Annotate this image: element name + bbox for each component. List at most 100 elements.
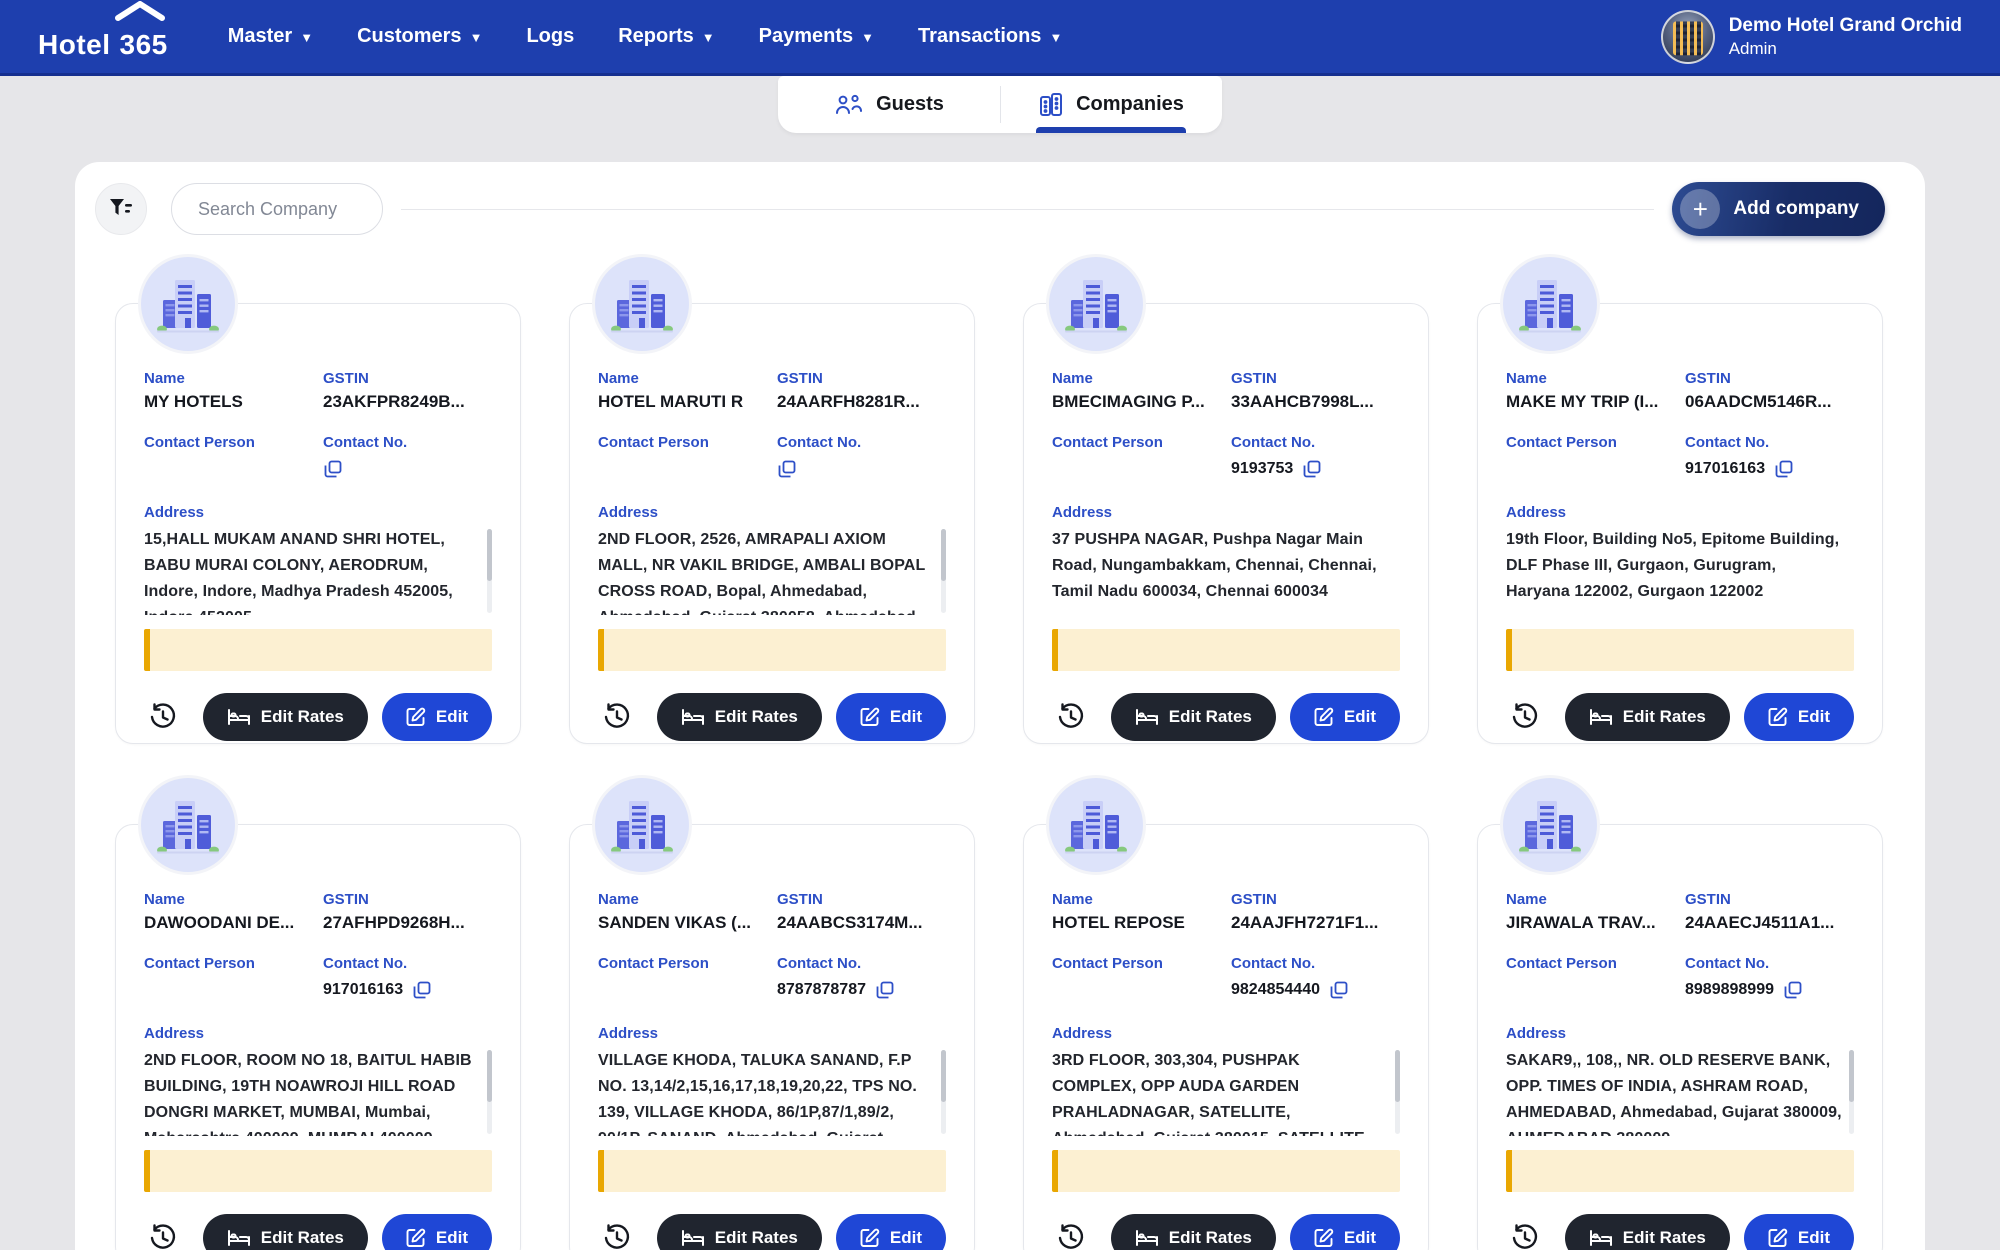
notes-highlight [598, 1150, 946, 1192]
edit-button[interactable]: Edit [1290, 1214, 1400, 1250]
address-box[interactable]: 3RD FLOOR, 303,304, PUSHPAK COMPLEX, OPP… [1052, 1048, 1400, 1136]
copy-icon[interactable] [412, 980, 432, 1000]
edit-pencil-icon [406, 1228, 426, 1248]
edit-rates-label: Edit Rates [261, 707, 344, 727]
companies-panel: + Add company Name MY HOTELS [75, 162, 1925, 1250]
edit-rates-button[interactable]: Edit Rates [1111, 693, 1276, 741]
plus-icon: + [1680, 189, 1720, 229]
copy-icon[interactable] [777, 459, 797, 479]
copy-icon[interactable] [1302, 459, 1322, 479]
address-box[interactable]: SAKAR9,, 108,, NR. OLD RESERVE BANK, OPP… [1506, 1048, 1854, 1136]
company-card: Name HOTEL MARUTI R GSTIN 24AARFH8281R..… [569, 303, 975, 744]
company-avatar [1046, 775, 1146, 875]
company-address: 3RD FLOOR, 303,304, PUSHPAK COMPLEX, OPP… [1052, 1048, 1388, 1136]
company-address: 2ND FLOOR, 2526, AMRAPALI AXIOM MALL, NR… [598, 527, 934, 615]
address-box[interactable]: 15,HALL MUKAM ANAND SHRI HOTEL, BABU MUR… [144, 527, 492, 615]
history-button[interactable] [1054, 1221, 1088, 1250]
address-box[interactable]: 2ND FLOOR, ROOM NO 18, BAITUL HABIB BUIL… [144, 1048, 492, 1136]
address-box[interactable]: 19th Floor, Building No5, Epitome Buildi… [1506, 527, 1854, 615]
edit-button[interactable]: Edit [836, 693, 946, 741]
company-gstin: 24AABCS3174M... [777, 913, 946, 933]
tab-guests[interactable]: Guests [778, 76, 1000, 133]
nav-item-reports[interactable]: Reports ▼ [618, 25, 714, 48]
contact-no-value: 8989898999 [1685, 981, 1774, 999]
contact-no-label: Contact No. [323, 434, 492, 451]
edit-rates-button[interactable]: Edit Rates [1111, 1214, 1276, 1250]
edit-button[interactable]: Edit [1290, 693, 1400, 741]
contact-no-label: Contact No. [1685, 955, 1854, 972]
history-button[interactable] [146, 1221, 180, 1250]
edit-rates-button[interactable]: Edit Rates [1565, 1214, 1730, 1250]
nav-item-customers[interactable]: Customers ▼ [357, 25, 482, 48]
history-button[interactable] [1508, 1221, 1542, 1250]
address-label: Address [1506, 1025, 1854, 1042]
name-label: Name [1052, 891, 1221, 908]
filter-button[interactable] [95, 183, 147, 235]
edit-rates-label: Edit Rates [715, 707, 798, 727]
copy-icon[interactable] [1329, 980, 1349, 1000]
history-button[interactable] [600, 700, 634, 734]
search-input[interactable] [171, 183, 383, 235]
nav-item-label: Transactions [918, 25, 1041, 48]
copy-icon[interactable] [875, 980, 895, 1000]
name-label: Name [598, 370, 767, 387]
address-box[interactable]: 2ND FLOOR, 2526, AMRAPALI AXIOM MALL, NR… [598, 527, 946, 615]
edit-button[interactable]: Edit [1744, 693, 1854, 741]
contact-no-value: 917016163 [323, 981, 403, 999]
history-icon [602, 702, 632, 732]
address-scrollbar[interactable] [941, 1050, 946, 1134]
edit-pencil-icon [1768, 1228, 1788, 1248]
buildings-illustration [1063, 274, 1129, 334]
bed-icon [1589, 1228, 1613, 1248]
edit-rates-button[interactable]: Edit Rates [657, 1214, 822, 1250]
nav-item-master[interactable]: Master ▼ [228, 25, 313, 48]
company-address: 2ND FLOOR, ROOM NO 18, BAITUL HABIB BUIL… [144, 1048, 480, 1136]
logo-text-hotel: Hotel [38, 29, 111, 61]
address-scrollbar[interactable] [1849, 1050, 1854, 1134]
profile-avatar [1661, 10, 1715, 64]
profile-menu[interactable]: Demo Hotel Grand Orchid Admin [1661, 10, 1962, 64]
edit-button[interactable]: Edit [1744, 1214, 1854, 1250]
edit-rates-button[interactable]: Edit Rates [657, 693, 822, 741]
history-icon [602, 1223, 632, 1250]
contact-no-label: Contact No. [323, 955, 492, 972]
tab-companies[interactable]: Companies [1000, 76, 1222, 133]
edit-button[interactable]: Edit [382, 1214, 492, 1250]
edit-label: Edit [890, 1228, 922, 1248]
edit-rates-button[interactable]: Edit Rates [1565, 693, 1730, 741]
edit-button[interactable]: Edit [836, 1214, 946, 1250]
copy-icon[interactable] [1774, 459, 1794, 479]
nav-item-transactions[interactable]: Transactions ▼ [918, 25, 1062, 48]
edit-rates-button[interactable]: Edit Rates [203, 1214, 368, 1250]
history-button[interactable] [1508, 700, 1542, 734]
address-box[interactable]: 37 PUSHPA NAGAR, Pushpa Nagar Main Road,… [1052, 527, 1400, 615]
address-scrollbar[interactable] [1395, 1050, 1400, 1134]
name-label: Name [1506, 370, 1675, 387]
address-label: Address [1052, 1025, 1400, 1042]
company-address: SAKAR9,, 108,, NR. OLD RESERVE BANK, OPP… [1506, 1048, 1842, 1136]
address-scrollbar[interactable] [487, 529, 492, 613]
address-box[interactable]: VILLAGE KHODA, TALUKA SANAND, F.P NO. 13… [598, 1048, 946, 1136]
history-button[interactable] [600, 1221, 634, 1250]
notes-highlight [1052, 629, 1400, 671]
company-name: SANDEN VIKAS (... [598, 913, 767, 933]
nav-item-logs[interactable]: Logs [526, 25, 574, 48]
copy-icon[interactable] [323, 459, 343, 479]
top-nav-bar: Hotel 365 Master ▼ Customers ▼ Logs Repo… [0, 0, 2000, 76]
copy-icon[interactable] [1783, 980, 1803, 1000]
profile-role: Admin [1729, 38, 1962, 59]
nav-item-payments[interactable]: Payments ▼ [759, 25, 874, 48]
contact-person-label: Contact Person [1506, 434, 1675, 451]
nav-item-label: Customers [357, 25, 461, 48]
tab-guests-label: Guests [876, 93, 944, 116]
address-scrollbar[interactable] [941, 529, 946, 613]
history-button[interactable] [1054, 700, 1088, 734]
app-logo[interactable]: Hotel 365 [38, 13, 168, 61]
edit-rates-button[interactable]: Edit Rates [203, 693, 368, 741]
add-company-button[interactable]: + Add company [1672, 182, 1885, 236]
history-button[interactable] [146, 700, 180, 734]
gstin-label: GSTIN [1231, 370, 1400, 387]
edit-button[interactable]: Edit [382, 693, 492, 741]
address-scrollbar[interactable] [487, 1050, 492, 1134]
contact-no-value: 9824854440 [1231, 981, 1320, 999]
